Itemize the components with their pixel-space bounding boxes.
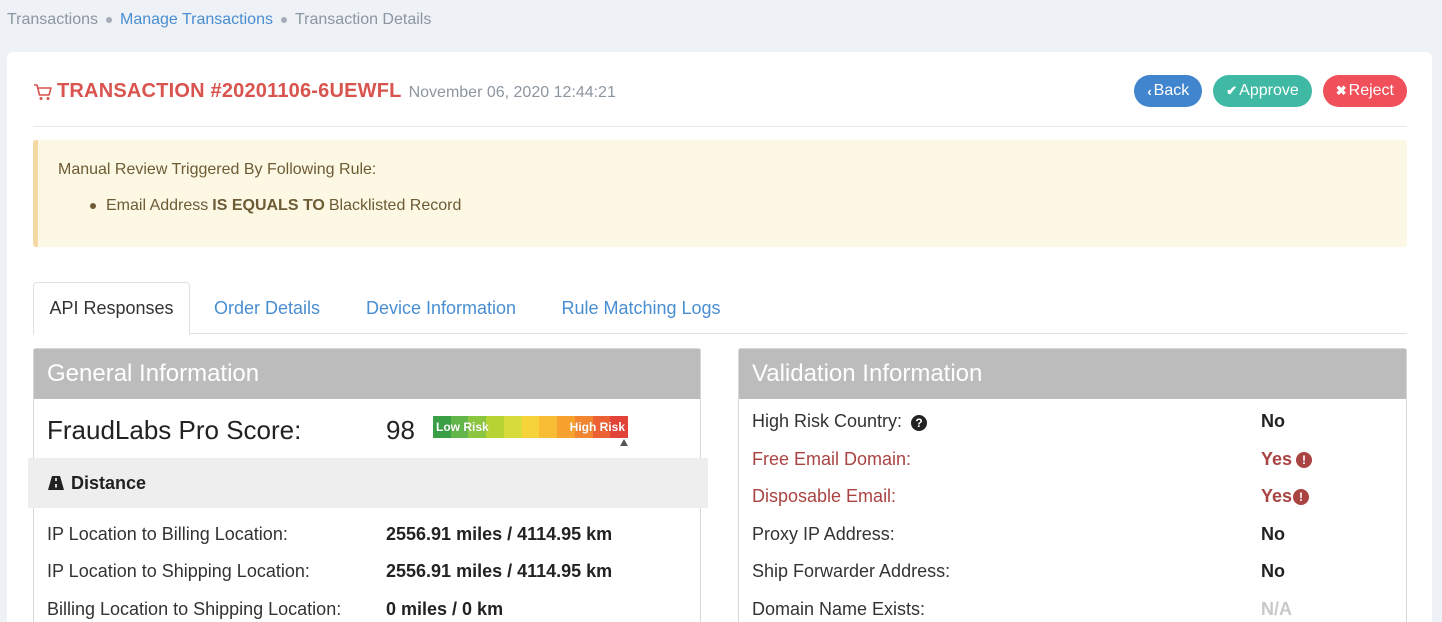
breadcrumb-separator [106, 17, 112, 23]
validation-value-wrap: Yes ! [1261, 486, 1310, 507]
transaction-header: TRANSACTION #20201106-6UEWFL November 06… [33, 80, 616, 103]
reject-button-label: Reject [1348, 82, 1394, 99]
risk-gauge: Low Risk High Risk [433, 416, 629, 438]
breadcrumb-separator [280, 17, 287, 23]
transaction-title: TRANSACTION #20201106-6UEWFL [57, 80, 402, 102]
validation-row-proxy-ip: Proxy IP Address: No [752, 524, 1392, 545]
distance-value: 0 miles / 0 km [386, 599, 504, 619]
road-icon [47, 475, 65, 491]
distance-value: 2556.91 miles / 4114.95 km [386, 524, 613, 544]
validation-label: Free Email Domain: [752, 449, 912, 469]
tab-api-responses[interactable]: API Responses [33, 282, 190, 335]
tab-device-information[interactable]: Device Information [345, 282, 537, 334]
rule-operator: IS EQUALS TO [212, 197, 325, 214]
header-divider [33, 126, 1407, 127]
back-button-label: Back [1153, 82, 1190, 99]
reject-button[interactable]: ✖ Reject [1322, 75, 1407, 107]
validation-value: No [1261, 561, 1285, 581]
validation-value-wrap: Yes ! [1261, 449, 1313, 470]
back-button[interactable]: ‹ Back [1134, 75, 1203, 107]
fraud-score-label: FraudLabs Pro Score: [47, 415, 302, 445]
validation-row-disposable-email: Disposable Email: Yes ! [752, 486, 1392, 507]
question-circle-icon[interactable]: ? [911, 415, 928, 431]
distance-section-title: Distance [71, 472, 147, 493]
transaction-tabs: API Responses Order Details Device Infor… [33, 282, 1407, 335]
risk-gauge-segment [539, 416, 558, 438]
risk-low-label: Low Risk [436, 420, 489, 434]
distance-label: Billing Location to Shipping Location: [47, 599, 342, 619]
validation-value: Yes [1261, 449, 1293, 469]
validation-row-free-email-domain: Free Email Domain: Yes ! [752, 449, 1392, 470]
validation-label: Disposable Email: [752, 486, 897, 506]
risk-marker-icon [620, 439, 629, 446]
validation-row-domain-exists: Domain Name Exists: N/A [752, 599, 1392, 620]
risk-high-label: High Risk [569, 420, 625, 434]
check-icon: ✔ [1226, 83, 1238, 98]
validation-value: Yes [1261, 486, 1293, 506]
approve-button-label: Approve [1239, 82, 1299, 99]
rule-field: Email Address [106, 197, 209, 214]
distance-label: IP Location to Shipping Location: [47, 561, 310, 581]
risk-gauge-segment [503, 416, 522, 438]
close-icon: ✖ [1335, 83, 1347, 98]
approve-button[interactable]: ✔ Approve [1213, 75, 1312, 107]
alert-rule: Email Address IS EQUALS TO Blacklisted R… [90, 197, 461, 215]
fraud-score-value: 98 [386, 415, 415, 445]
validation-row-high-risk-country: High Risk Country: ? No [752, 411, 1392, 432]
distance-section-header: Distance [28, 458, 708, 508]
distance-label: IP Location to Billing Location: [47, 524, 288, 544]
distance-row: IP Location to Billing Location: 2556.91… [47, 524, 612, 545]
general-information-title: General Information [34, 349, 700, 399]
validation-value: N/A [1261, 599, 1292, 619]
distance-row: IP Location to Shipping Location: 2556.9… [47, 561, 612, 582]
breadcrumb-manage-transactions[interactable]: Manage Transactions [120, 11, 273, 29]
validation-label: Ship Forwarder Address: [752, 561, 951, 581]
exclamation-circle-icon: ! [1296, 451, 1313, 468]
risk-gauge-segment [521, 416, 540, 438]
shopping-cart-icon [33, 82, 53, 102]
chevron-left-icon: ‹ [1147, 83, 1152, 99]
general-information-panel: General Information FraudLabs Pro Score:… [28, 348, 708, 622]
validation-row-ship-forwarder: Ship Forwarder Address: No [752, 561, 1392, 582]
validation-information-title: Validation Information [739, 349, 1406, 399]
transaction-actions: ‹ Back ✔ Approve ✖ Reject [1134, 75, 1407, 107]
validation-value: No [1261, 524, 1285, 544]
validation-label: Domain Name Exists: [752, 599, 926, 619]
distance-value: 2556.91 miles / 4114.95 km [386, 561, 613, 581]
exclamation-circle-icon: ! [1293, 488, 1310, 505]
bullet-icon [90, 203, 96, 209]
transaction-card: TRANSACTION #20201106-6UEWFL November 06… [7, 52, 1432, 622]
rule-value: Blacklisted Record [328, 197, 462, 214]
tab-rule-matching-logs[interactable]: Rule Matching Logs [543, 282, 739, 334]
validation-label: Proxy IP Address: [752, 524, 895, 544]
distance-row: Billing Location to Shipping Location: 0… [47, 599, 503, 620]
tab-order-details[interactable]: Order Details [195, 282, 339, 334]
manual-review-alert: Manual Review Triggered By Following Rul… [33, 140, 1407, 247]
validation-label: High Risk Country: [752, 411, 903, 431]
transaction-date: November 06, 2020 12:44:21 [408, 84, 616, 101]
breadcrumb-transaction-details: Transaction Details [294, 11, 432, 28]
validation-value: No [1261, 411, 1285, 431]
breadcrumb-transactions[interactable]: Transactions [7, 11, 98, 29]
breadcrumb: Transactions Manage Transactions Transac… [7, 11, 431, 29]
fraud-score-row: FraudLabs Pro Score: 98 Low Risk High Ri… [47, 411, 667, 446]
alert-heading: Manual Review Triggered By Following Rul… [58, 161, 377, 178]
validation-information-panel: Validation Information High Risk Country… [738, 348, 1407, 622]
